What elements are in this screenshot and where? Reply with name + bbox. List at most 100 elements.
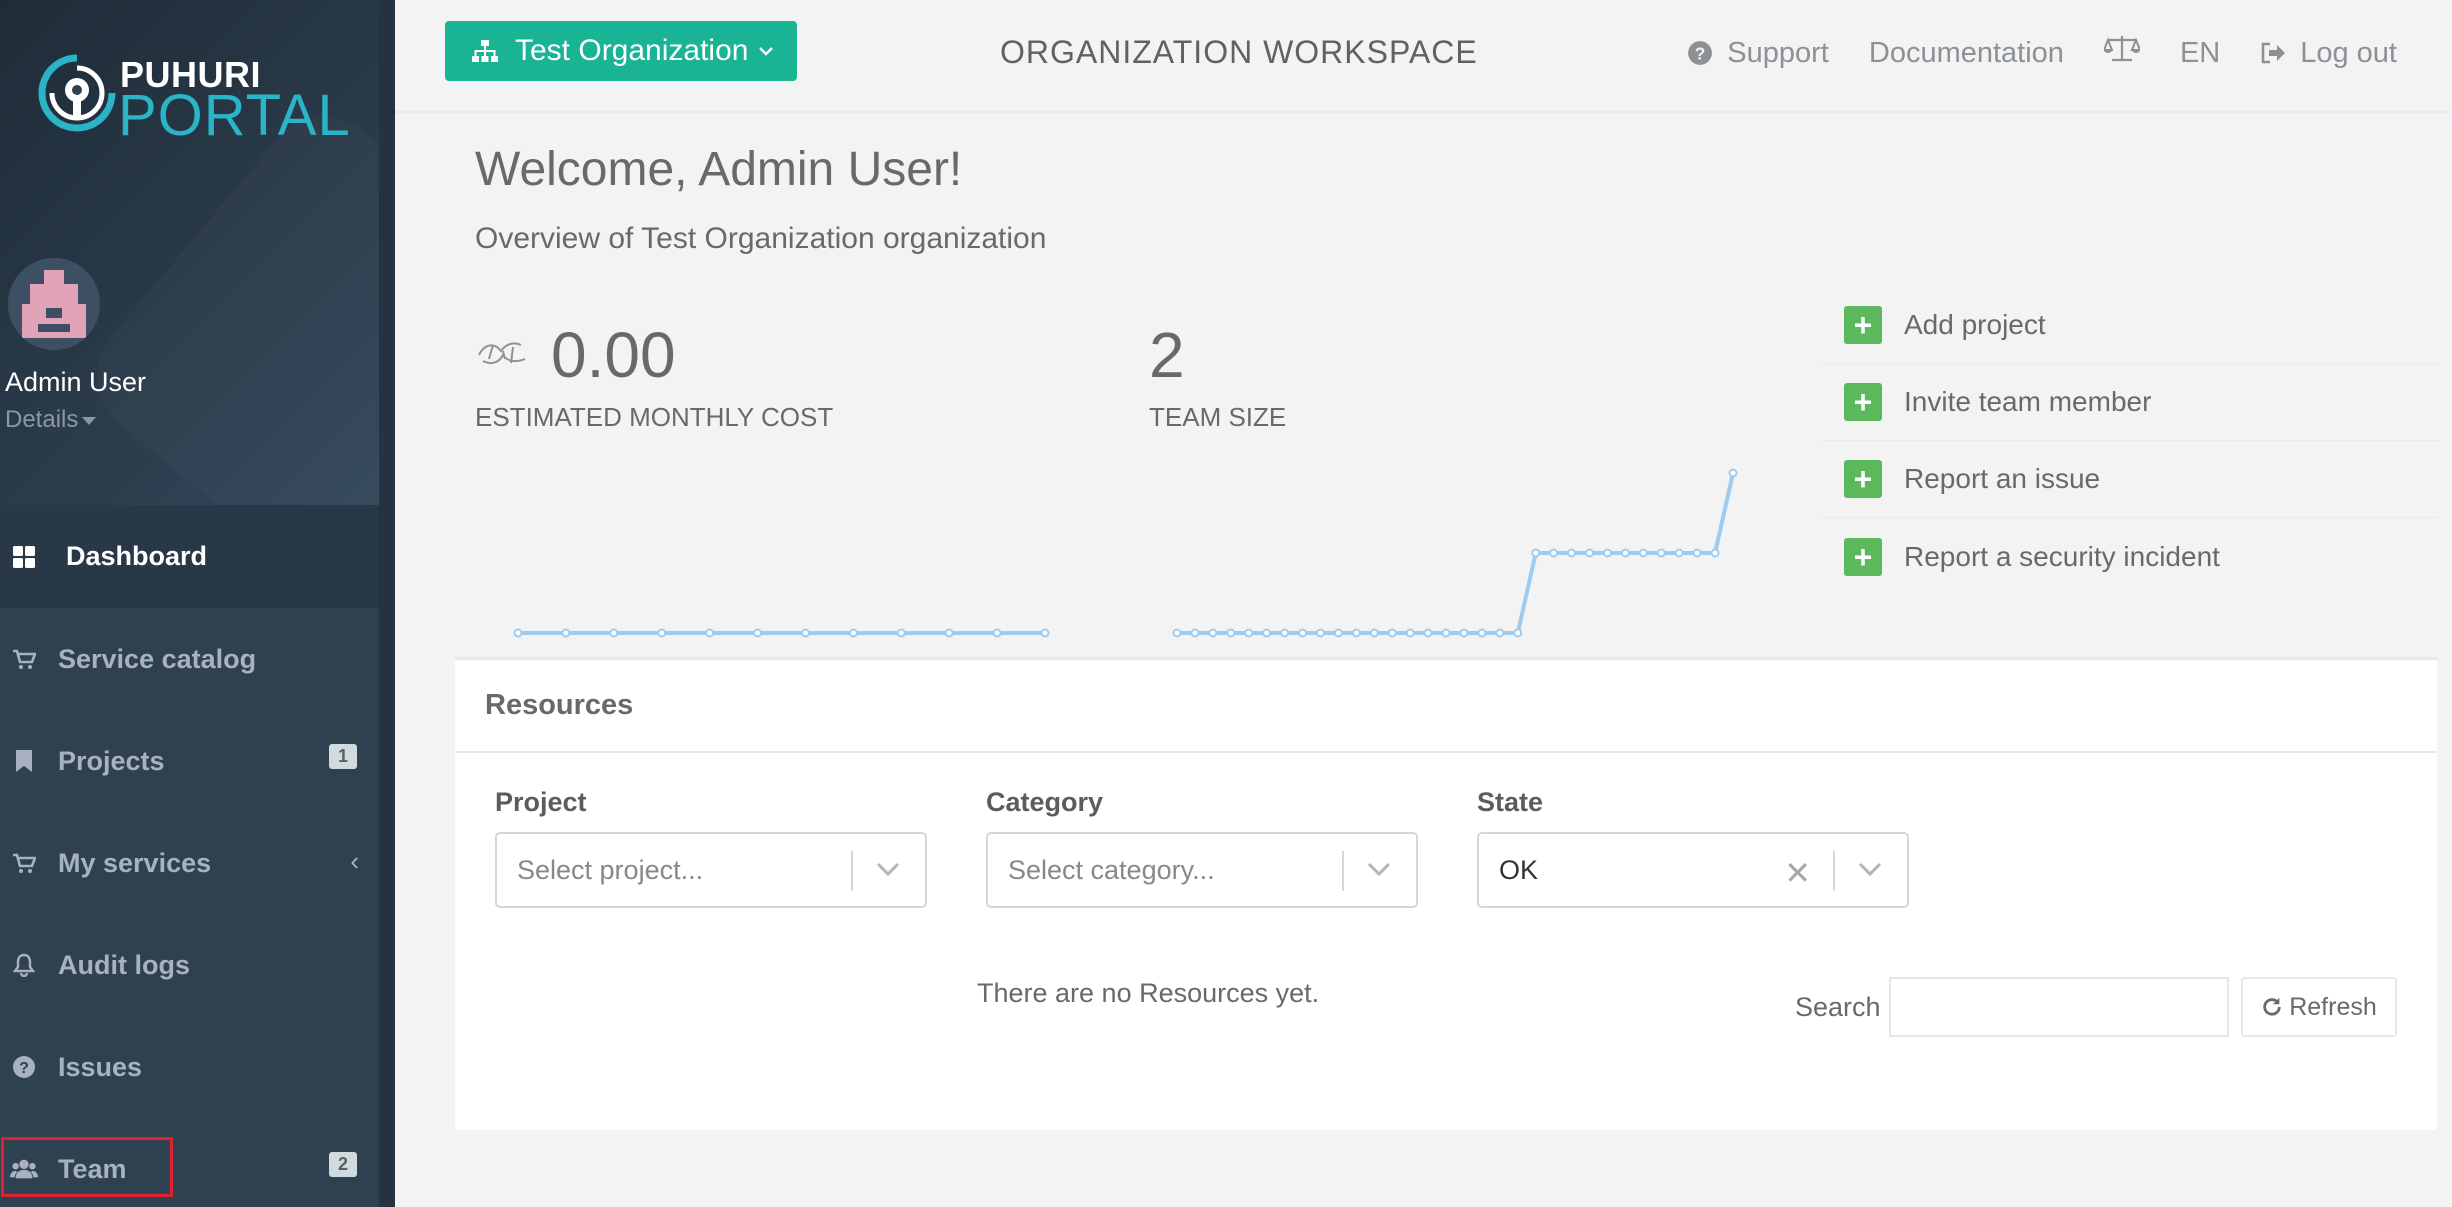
sidebar-item-dashboard[interactable]: Dashboard [0,505,379,608]
sparkline-point [753,628,763,638]
state-filter: State OK ✕ [1477,787,1909,908]
language-selector[interactable]: EN [2180,37,2220,70]
sidebar-item-service-catalog[interactable]: Service catalog [0,608,379,710]
support-label: Support [1727,36,1829,69]
sparkline-point [1513,628,1523,638]
project-select[interactable]: Select project... [495,832,927,908]
chevron-down-icon[interactable] [1366,860,1392,878]
user-name: Admin User [5,367,147,397]
quick-actions: + Add project + Invite team member + Rep… [1822,287,2439,595]
team-count-badge: 2 [328,1152,357,1177]
sparkline-point [1459,628,1469,638]
plus-icon: + [1844,306,1882,344]
documentation-label: Documentation [1868,36,2064,69]
category-select-placeholder: Select category... [1008,854,1215,885]
page-subtitle: Overview of Test Organization organizati… [475,222,1047,255]
sparkline-point [1477,628,1487,638]
cost-label: ESTIMATED MONTHLY COST [475,402,834,432]
identicon-icon [8,258,100,350]
category-filter-label: Category [986,787,1104,817]
logout-link[interactable]: Log out [2260,37,2397,70]
clear-icon[interactable]: ✕ [1784,854,1811,892]
report-issue-action[interactable]: + Report an issue [1822,441,2439,518]
search-input[interactable] [1889,977,2229,1037]
project-filter-label: Project [495,787,587,817]
plus-icon: + [1844,383,1882,421]
resources-title: Resources [455,660,2437,753]
workspace-title: ORGANIZATION WORKSPACE [1000,34,1478,70]
logout-label: Log out [2300,36,2397,69]
sidebar-item-issues[interactable]: ? Issues [0,1016,379,1118]
user-details-label: Details [5,406,79,433]
chevron-down-icon [758,45,774,57]
sidebar: PUHURI PORTAL Admin User Details Dashboa… [0,0,395,1207]
sparkline-point [1280,628,1290,638]
sparkline-point [1351,628,1361,638]
sparkline-point [1387,628,1397,638]
svg-text:?: ? [19,1060,29,1077]
documentation-link[interactable]: Documentation [1869,37,2064,70]
sidebar-item-projects[interactable]: Projects 1 [0,710,379,812]
sparkline-point [1405,628,1415,638]
organization-selector-button[interactable]: Test Organization [445,21,797,81]
support-link[interactable]: ? Support [1687,37,1829,70]
sidebar-item-label: My services [58,847,212,878]
invite-team-member-action[interactable]: + Invite team member [1822,364,2439,441]
sparkline-point [1585,548,1595,558]
chevron-down-icon[interactable] [875,860,901,878]
sidebar-item-label: Projects [58,745,165,776]
team-size-sparkline [1172,468,1738,638]
terms-link[interactable] [2102,34,2142,72]
top-navbar: Test Organization ORGANIZATION WORKSPACE… [395,0,2452,113]
project-filter: Project Select project... [495,787,927,908]
sparkline-point [1190,628,1200,638]
sparkline-point [800,628,810,638]
sparkline-point [848,628,858,638]
projects-count-badge: 1 [328,744,357,769]
chevron-left-icon[interactable]: ‹ [350,846,359,877]
avatar[interactable] [8,258,100,350]
action-label: Add project [1904,309,2046,340]
plus-icon: + [1844,460,1882,498]
sparkline-point [944,628,954,638]
sparkline-point [992,628,1002,638]
sparkline-point [1567,548,1577,558]
action-label: Invite team member [1904,386,2152,417]
puhuri-portal-logo[interactable]: PUHURI PORTAL [32,44,352,148]
sparkline-point [1208,628,1218,638]
sparkline-series [1177,472,1735,635]
sparkline-point [1262,628,1272,638]
select-separator [1833,851,1835,891]
sparkline-point [1710,548,1720,558]
sparkline-point [896,628,906,638]
sparkline-point [1728,468,1738,478]
refresh-icon [2261,996,2283,1018]
sparkline-point [1674,548,1684,558]
action-label: Report an issue [1904,463,2101,494]
sidebar-edge [379,0,395,1207]
sparkline-point [609,628,619,638]
sidebar-item-my-services[interactable]: My services ‹ [0,812,379,914]
sparkline-point [657,628,667,638]
sparkline-point [1531,548,1541,558]
add-project-action[interactable]: + Add project [1822,287,2439,364]
state-select[interactable]: OK ✕ [1477,832,1909,908]
estimated-cost-stat: 0.00 [475,318,676,392]
sparkline-point [1620,548,1630,558]
chevron-down-icon[interactable] [1857,860,1883,878]
report-security-incident-action[interactable]: + Report a security incident [1822,518,2439,595]
team-size-value: 2 [1149,319,1185,391]
euro-currency-icon [478,342,526,364]
refresh-button[interactable]: Refresh [2241,977,2397,1037]
sparkline-point [1692,548,1702,558]
sparkline-point [1602,548,1612,558]
cost-sparkline [513,628,1050,638]
dashboard-icon [10,543,38,571]
sparkline-point [1495,628,1505,638]
category-select[interactable]: Select category... [986,832,1418,908]
sidebar-item-audit-logs[interactable]: Audit logs [0,914,379,1016]
sidebar-item-label: Service catalog [58,643,257,674]
user-details-dropdown[interactable]: Details [5,406,97,434]
sparkline-point [1638,548,1648,558]
state-filter-label: State [1477,787,1544,817]
